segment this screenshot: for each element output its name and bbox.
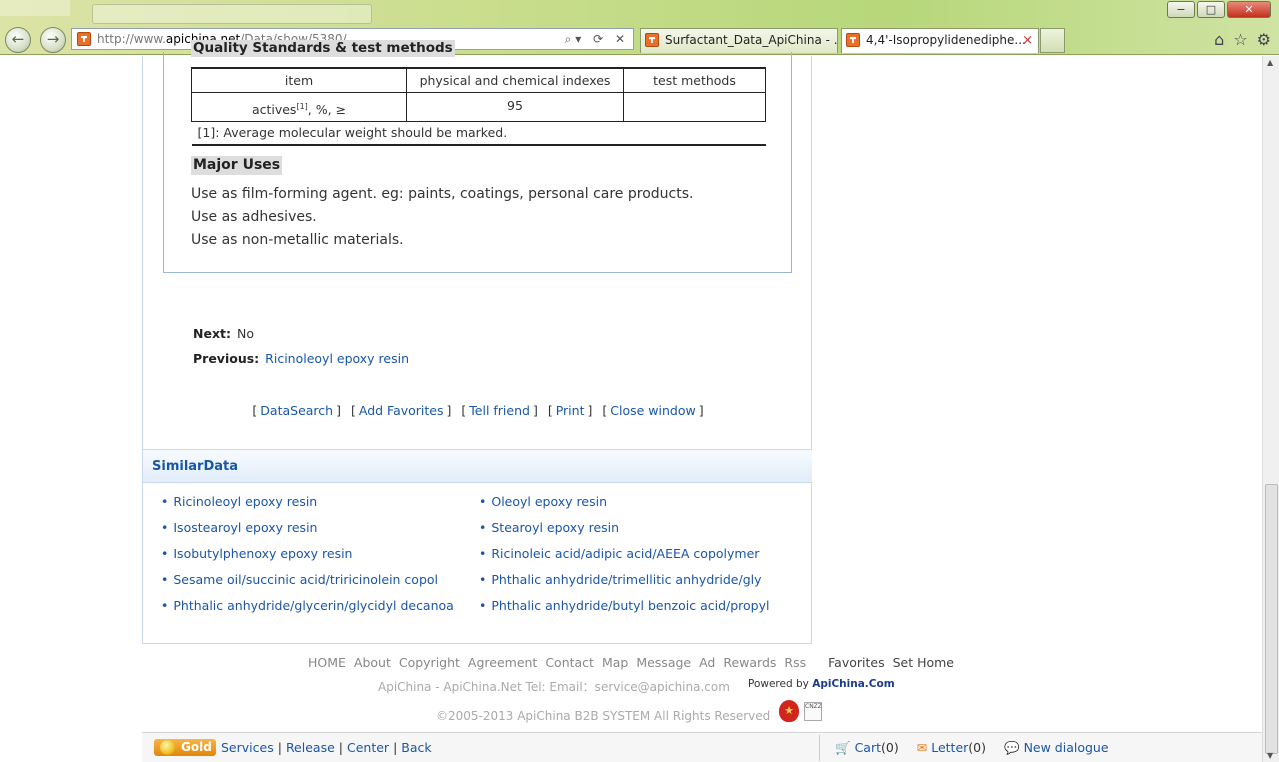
action-links: [DataSearch] [Add Favorites] [Tell frien… bbox=[252, 403, 704, 418]
bottom-links: Services | Release | Center | Back bbox=[221, 740, 432, 755]
tab-favicon-icon bbox=[846, 33, 860, 47]
table-cell-item: actives[1], %, ≥ bbox=[191, 91, 407, 122]
new-dialogue-button[interactable]: 💬 New dialogue bbox=[1004, 740, 1109, 755]
bottom-right-tools: 🛒 Cart(0) ✉ Letter(0) 💬 New dialogue bbox=[835, 740, 1123, 756]
table-cell-index: 95 bbox=[406, 91, 624, 122]
footer-contact: ApiChina - ApiChina.Net Tel: Email：servi… bbox=[378, 680, 730, 694]
police-badge-icon[interactable]: ★ bbox=[779, 700, 799, 722]
similar-item[interactable]: • Phthalic anhydride/glycerin/glycidyl de… bbox=[161, 598, 454, 613]
table-header: physical and chemical indexes bbox=[406, 67, 624, 93]
close-window-link[interactable]: Close window bbox=[610, 403, 695, 418]
footer-link-about[interactable]: About bbox=[354, 655, 391, 670]
next-nav: Next: No bbox=[193, 326, 254, 341]
home-icon[interactable]: ⌂ bbox=[1214, 30, 1224, 49]
release-link[interactable]: Release bbox=[286, 740, 335, 755]
footer-link-rewards[interactable]: Rewards bbox=[723, 655, 776, 670]
article-box: Quality Standards & test methods item ph… bbox=[163, 40, 792, 273]
services-link[interactable]: Services bbox=[221, 740, 274, 755]
table-footnote: [1]: Average molecular weight should be … bbox=[191, 120, 766, 146]
footer-link-agreement[interactable]: Agreement bbox=[468, 655, 537, 670]
footer-link-favorites[interactable]: Favorites bbox=[828, 655, 884, 670]
forward-button[interactable]: → bbox=[40, 27, 66, 53]
previous-nav: Previous: Ricinoleoyl epoxy resin bbox=[193, 351, 410, 366]
similar-item[interactable]: • Ricinoleoyl epoxy resin bbox=[161, 494, 317, 509]
footer-powered-by: Powered by ApiChina.Com bbox=[748, 678, 895, 690]
footer-link-copyright[interactable]: Copyright bbox=[399, 655, 460, 670]
table-cell-method bbox=[623, 91, 766, 122]
footer-link-contact[interactable]: Contact bbox=[545, 655, 594, 670]
letter-button[interactable]: ✉ Letter(0) bbox=[917, 740, 986, 755]
table-header: test methods bbox=[623, 67, 766, 93]
print-link[interactable]: Print bbox=[556, 403, 585, 418]
use-item: Use as film-forming agent. eg: paints, c… bbox=[191, 186, 694, 202]
background-window-tab bbox=[0, 0, 70, 16]
background-window-titlebar bbox=[92, 4, 372, 24]
similar-item[interactable]: • Phthalic anhydride/trimellitic anhydrid… bbox=[479, 572, 762, 587]
tab-close-icon[interactable]: × bbox=[1022, 29, 1033, 52]
footer-link-home[interactable]: HOME bbox=[308, 655, 346, 670]
browser-right-icons: ⌂ ☆ ⚙ bbox=[1214, 30, 1271, 49]
similar-item[interactable]: • Ricinoleic acid/adipic acid/AEEA copoly… bbox=[479, 546, 759, 561]
vertical-scrollbar[interactable]: ▲ ▼ bbox=[1262, 56, 1279, 762]
footer-link-map[interactable]: Map bbox=[602, 655, 628, 670]
cart-icon: 🛒 bbox=[835, 740, 851, 755]
envelope-icon: ✉ bbox=[916, 740, 928, 755]
powered-brand-link[interactable]: ApiChina.Com bbox=[812, 678, 894, 690]
use-item: Use as non-metallic materials. bbox=[191, 232, 404, 248]
datasearch-link[interactable]: DataSearch bbox=[260, 403, 333, 418]
major-uses-heading: Major Uses bbox=[191, 156, 283, 175]
similar-data-title: SimilarData bbox=[152, 459, 239, 474]
gold-member-badge[interactable]: Gold bbox=[154, 739, 216, 756]
add-favorites-link[interactable]: Add Favorites bbox=[359, 403, 444, 418]
scrollbar-thumb[interactable] bbox=[1265, 484, 1278, 754]
tab-isopropylidene[interactable]: 4,4'-Isopropylidenediphe... × bbox=[841, 28, 1039, 53]
center-link[interactable]: Center bbox=[347, 740, 389, 755]
divider bbox=[143, 643, 812, 644]
table-header: item bbox=[191, 67, 407, 93]
cnzz-stats-icon[interactable]: CNZZ bbox=[804, 702, 822, 721]
scroll-down-icon[interactable]: ▼ bbox=[1267, 751, 1273, 760]
new-tab-button[interactable] bbox=[1040, 28, 1065, 53]
footer-link-message[interactable]: Message bbox=[636, 655, 691, 670]
similar-item[interactable]: • Phthalic anhydride/butyl benzoic acid/p… bbox=[479, 598, 769, 613]
quality-table: item physical and chemical indexes test … bbox=[191, 67, 766, 146]
similar-item[interactable]: • Isostearoyl epoxy resin bbox=[161, 520, 317, 535]
tools-gear-icon[interactable]: ⚙ bbox=[1257, 30, 1271, 49]
use-item: Use as adhesives. bbox=[191, 209, 317, 225]
close-window-button[interactable]: ✕ bbox=[1227, 1, 1271, 18]
maximize-button[interactable]: □ bbox=[1197, 1, 1225, 18]
tell-friend-link[interactable]: Tell friend bbox=[469, 403, 530, 418]
back-button[interactable]: ← bbox=[5, 27, 31, 53]
cart-button[interactable]: 🛒 Cart(0) bbox=[835, 740, 899, 755]
footer-link-rss[interactable]: Rss bbox=[784, 655, 806, 670]
address-tools-icons[interactable]: ⌕▾ ⟳ ✕ bbox=[565, 29, 629, 49]
favorites-star-icon[interactable]: ☆ bbox=[1233, 30, 1247, 49]
similar-item[interactable]: • Stearoyl epoxy resin bbox=[479, 520, 619, 535]
site-favicon-icon bbox=[77, 32, 91, 46]
footer-link-set-home[interactable]: Set Home bbox=[893, 655, 954, 670]
footer-link-ad[interactable]: Ad bbox=[699, 655, 715, 670]
tab-surfactant-data[interactable]: Surfactant_Data_ApiChina - ... bbox=[640, 28, 838, 53]
similar-data-header: SimilarData bbox=[143, 449, 812, 483]
similar-item[interactable]: • Sesame oil/succinic acid/triricinolein … bbox=[161, 572, 438, 587]
bottom-toolbar: Gold Services | Release | Center | Back 🛒 Cart(… bbox=[142, 732, 1262, 762]
minimize-button[interactable]: − bbox=[1167, 1, 1195, 18]
similar-item[interactable]: • Isobutylphenoxy epoxy resin bbox=[161, 546, 352, 561]
back-link[interactable]: Back bbox=[401, 740, 431, 755]
tab-favicon-icon bbox=[645, 33, 659, 47]
quality-standards-heading: Quality Standards & test methods bbox=[191, 40, 455, 57]
similar-item[interactable]: • Oleoyl epoxy resin bbox=[479, 494, 607, 509]
chat-icon: 💬 bbox=[1003, 740, 1020, 755]
footer-links: HOME About Copyright Agreement Contact M… bbox=[0, 655, 1262, 670]
window-controls: − □ ✕ bbox=[1167, 1, 1271, 18]
main-content: Quality Standards & test methods item ph… bbox=[142, 40, 812, 644]
previous-link[interactable]: Ricinoleoyl epoxy resin bbox=[265, 351, 409, 366]
scroll-up-icon[interactable]: ▲ bbox=[1267, 58, 1273, 67]
divider bbox=[819, 735, 820, 761]
footer-copyright: ©2005-2013 ApiChina B2B SYSTEM All Right… bbox=[436, 709, 771, 723]
